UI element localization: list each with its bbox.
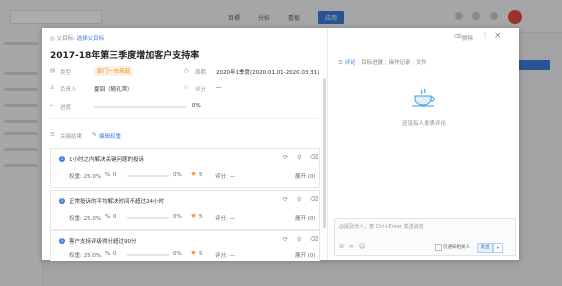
owner-value[interactable]: 夏回（随孔萍） [94,85,133,93]
close-icon[interactable]: × [494,31,502,41]
goal-detail-modal: ◎ 父目标: 选择父目标 2017-18年第三季度增加客户支持率 ▤ 类型 部门… [42,28,520,261]
kr-name[interactable]: 客户支持评级得分超过90分 [69,237,137,245]
kr-name[interactable]: 1小时之内解决关键问题的投诉 [69,155,144,163]
key-result-item[interactable]: 3 客户支持评级得分超过90分 ⟳ ♀ ⌫ 权重: 25.0% % 0 0% ♥… [50,230,320,261]
edit-weight-link[interactable]: 编辑权重 [99,132,121,140]
link-icon[interactable]: ∞ [349,243,354,250]
kr-percent: 0% [173,214,182,220]
notify-label: 仅通知相关人 [443,245,470,250]
coffee-cup-icon [412,88,435,107]
kr-progress: 0 [113,172,117,178]
notify-checkbox[interactable] [435,244,442,251]
kr-index-badge: 3 [59,238,65,244]
kr-weight: 权重: 25.0% [69,174,102,180]
emoji-icon[interactable]: ☺ [359,243,365,250]
kr-name[interactable]: 正常投诉的平均解决时间不超过24小时 [69,197,164,205]
owner-label: 负责人 [60,87,77,93]
refresh-icon[interactable]: ⟳ [283,197,289,203]
progress-value: 0% [192,103,201,109]
refresh-icon[interactable]: ⟳ [283,155,289,161]
kr-expand-link[interactable]: 展开 (0) [295,214,316,222]
kr-score: 评分: — [215,216,236,222]
scrollbar[interactable] [323,78,326,228]
score-value[interactable]: — [216,85,222,91]
type-tag[interactable]: 部门一市场部 [94,66,134,76]
link-icon: % [105,251,111,257]
list-icon: ☰ [50,132,55,138]
kr-score: 评分: — [215,253,236,259]
attachment-icon[interactable]: ⊘ [339,243,344,250]
score-icon: ◇ [184,85,189,91]
link-icon: % [105,172,111,178]
kr-likes: 5 [199,214,203,220]
tab-goal-progress[interactable]: 目标进展 [361,60,383,66]
send-button[interactable]: 发送 [477,243,493,253]
edit-weight-icon[interactable]: ✎ [92,132,97,138]
delete-button[interactable]: 删除 [462,34,473,42]
clock-icon: ◷ [184,68,189,74]
tab-operation-log[interactable]: 操作记录 [388,60,410,66]
comment-input[interactable]: @提及他人，按 Ctrl+Enter 发送消息 ⊘ ∞ ☺ 仅通知相关人 发送 … [334,218,516,256]
kr-progress-bar[interactable] [127,254,169,256]
heart-icon[interactable]: ♥ [191,172,196,178]
select-parent-goal-link[interactable]: 选择父目标 [77,36,105,42]
trash-icon[interactable]: ⌫ [310,197,318,203]
score-label: 评分 [195,87,207,93]
kr-weight: 权重: 25.0% [69,216,102,222]
tab-comments[interactable]: 评论 [345,60,356,66]
kr-likes: 5 [199,251,203,257]
kr-likes: 5 [199,172,203,178]
link-icon: % [105,214,111,220]
refresh-icon[interactable]: ⟳ [283,237,289,243]
goal-detail-panel: ◎ 父目标: 选择父目标 2017-18年第三季度增加客户支持率 ▤ 类型 部门… [42,28,327,261]
key-results-label: 关键结果 [60,134,83,140]
period-value[interactable]: 2020年1季度(2020.01.01-2020.03.31) [216,68,319,76]
bulb-icon[interactable]: ♀ [297,155,303,161]
target-icon: ◎ [50,36,55,42]
kr-index-badge: 1 [59,156,65,162]
type-label: 类型 [60,70,72,76]
divider: | [484,32,487,39]
kr-progress: 0 [113,251,117,257]
kr-index-badge: 2 [59,198,65,204]
parent-goal-row: ◎ 父目标: 选择父目标 [50,34,104,42]
kr-progress-bar[interactable] [127,217,169,219]
heart-icon[interactable]: ♥ [191,251,196,257]
trash-icon[interactable]: ⌫ [454,34,462,40]
comment-icon: ☰ [338,60,343,66]
period-label: 周期 [195,70,207,76]
type-icon: ▤ [50,68,56,74]
parent-goal-label: 父目标: [56,36,75,42]
bulb-icon[interactable]: ♀ [297,197,303,203]
trash-icon[interactable]: ⌫ [310,237,318,243]
kr-expand-link[interactable]: 展开 (0) [295,172,316,180]
activity-panel: ⌫ 删除 | × ☰ 评论 | 目标进展 | 操作记录 | 文件 还没有人发表评… [327,28,520,260]
kr-percent: 0% [173,251,182,257]
kr-score: 评分: — [215,174,236,180]
heart-icon[interactable]: ♥ [191,214,196,220]
kr-expand-link[interactable]: 展开 (0) [295,251,316,259]
progress-label: 进度 [60,105,72,111]
empty-comments-text: 还没有人发表评论 [401,121,446,127]
chevron-down-icon[interactable]: ▾ [493,243,503,253]
progress-bar[interactable] [94,106,186,108]
key-result-item[interactable]: 2 正常投诉的平均解决时间不超过24小时 ⟳ ♀ ⌫ 权重: 25.0% % 0… [50,190,320,230]
user-icon: ♙ [50,85,55,91]
kr-progress: 0 [113,214,117,220]
goal-title[interactable]: 2017-18年第三季度增加客户支持率 [50,48,199,61]
activity-tabs: ☰ 评论 | 目标进展 | 操作记录 | 文件 [338,60,427,66]
bulb-icon[interactable]: ♀ [297,237,303,243]
tab-files[interactable]: 文件 [416,60,427,66]
kr-weight: 权重: 25.0% [69,253,102,259]
comment-placeholder[interactable]: @提及他人，按 Ctrl+Enter 发送消息 [339,223,424,230]
divider [50,118,318,119]
trash-icon[interactable]: ⌫ [310,155,318,161]
kr-progress-bar[interactable] [127,175,169,177]
key-result-item[interactable]: 1 1小时之内解决关键问题的投诉 ⟳ ♀ ⌫ 权重: 25.0% % 0 0% … [50,148,320,188]
kr-percent: 0% [173,172,182,178]
progress-icon: ⌁ [50,103,54,109]
